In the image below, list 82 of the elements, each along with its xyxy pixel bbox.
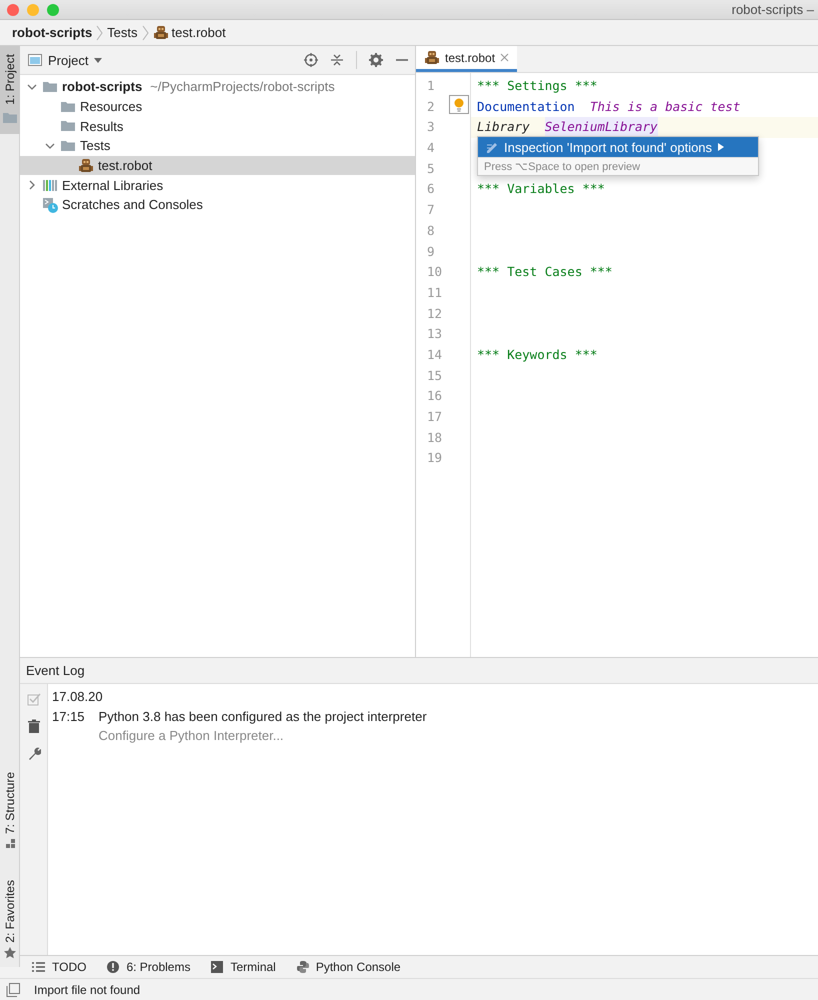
tree-item[interactable]: Resources bbox=[20, 96, 415, 116]
code-token: *** Test Cases *** bbox=[477, 263, 612, 282]
line-number: 17 bbox=[426, 408, 444, 426]
line-number: 9 bbox=[426, 242, 436, 260]
code-token: SeleniumLibrary bbox=[544, 117, 658, 138]
breadcrumb[interactable]: test.robot bbox=[152, 24, 226, 40]
line-number: 7 bbox=[426, 201, 436, 220]
line-number: 5 bbox=[426, 160, 436, 178]
tool-window-tab[interactable]: 1: Project bbox=[0, 46, 20, 134]
log-link[interactable]: Configure a Python Interpreter... bbox=[98, 728, 284, 743]
wrench-icon[interactable] bbox=[26, 746, 40, 761]
tool-window-button[interactable]: Python Console bbox=[296, 960, 401, 974]
tree-item[interactable]: robot-scripts ~/PycharmProjects/robot-scripts bbox=[20, 77, 415, 97]
line-number: 3 bbox=[426, 118, 436, 136]
code-token: *** Keywords *** bbox=[477, 346, 598, 364]
tree-item[interactable]: External Libraries bbox=[20, 175, 415, 196]
robot-icon bbox=[424, 50, 440, 66]
tool-window-button[interactable]: Terminal bbox=[210, 960, 276, 974]
robot-icon bbox=[152, 24, 169, 40]
close-icon[interactable] bbox=[500, 53, 510, 62]
popup-hint: Press ⌥Space to open preview bbox=[478, 157, 758, 175]
line-number: 16 bbox=[426, 387, 444, 406]
popup-menu-item[interactable]: Inspection 'Import not found' options bbox=[478, 137, 758, 157]
line-number: 13 bbox=[426, 325, 444, 344]
view-selector[interactable]: Project bbox=[28, 52, 102, 68]
trash-icon[interactable] bbox=[26, 719, 40, 734]
line-number: 6 bbox=[426, 180, 436, 198]
log-time: 17:15 bbox=[52, 708, 85, 726]
tool-window-tab[interactable]: 7: Structure bbox=[0, 764, 20, 857]
breadcrumb-separator-icon bbox=[142, 24, 149, 40]
pencil-icon bbox=[486, 141, 498, 153]
tool-window-tab[interactable]: 2: Favorites bbox=[0, 872, 20, 968]
code-token: *** Variables *** bbox=[477, 180, 605, 198]
tool-window-button[interactable]: 6: Problems bbox=[106, 960, 190, 974]
line-number: 11 bbox=[426, 284, 444, 302]
breadcrumb[interactable]: robot-scripts bbox=[12, 25, 92, 40]
log-message: Python 3.8 has been configured as the project interpreter bbox=[98, 708, 427, 726]
log-date: 17.08.20 bbox=[52, 688, 104, 706]
panel-icon bbox=[28, 54, 42, 66]
tree-item[interactable]: test.robot bbox=[20, 156, 415, 176]
locate-icon[interactable] bbox=[304, 53, 318, 67]
submenu-arrow-icon bbox=[718, 143, 724, 151]
line-number: 18 bbox=[426, 428, 444, 447]
close-button[interactable] bbox=[7, 4, 19, 16]
tree-item[interactable]: Scratches and Consoles bbox=[20, 195, 415, 215]
python-icon bbox=[296, 960, 310, 974]
light-bulb-icon bbox=[453, 98, 465, 112]
intention-bulb-button[interactable] bbox=[449, 95, 469, 114]
dropdown-arrow-icon bbox=[94, 58, 102, 62]
line-number: 19 bbox=[426, 449, 444, 468]
robot-icon bbox=[78, 158, 94, 174]
tree-item[interactable]: Tests bbox=[20, 136, 415, 156]
line-number: 8 bbox=[426, 222, 436, 240]
star-icon bbox=[4, 947, 16, 960]
breadcrumb[interactable]: Tests bbox=[107, 25, 138, 40]
terminal-icon bbox=[210, 960, 224, 974]
line-number: 4 bbox=[426, 139, 436, 158]
code-token: This is a basic test bbox=[590, 98, 740, 116]
line-number: 2 bbox=[426, 98, 436, 116]
line-number: 10 bbox=[426, 263, 444, 282]
collapse-all-icon[interactable] bbox=[330, 53, 344, 67]
line-number: 14 bbox=[426, 346, 444, 364]
code-token: *** Settings *** bbox=[477, 77, 598, 95]
code-token: Library bbox=[477, 118, 530, 136]
panel-title: Event Log bbox=[26, 663, 85, 678]
scratch-clock-icon bbox=[42, 196, 58, 213]
tree-item[interactable]: Results bbox=[20, 116, 415, 136]
code-token: Documentation bbox=[477, 98, 575, 116]
tool-window-button[interactable]: TODO bbox=[31, 960, 86, 974]
line-number: 12 bbox=[426, 304, 444, 323]
line-number: 15 bbox=[426, 366, 444, 385]
structure-icon bbox=[5, 838, 15, 849]
breadcrumb-separator-icon bbox=[96, 24, 104, 40]
settings-icon[interactable] bbox=[369, 53, 383, 67]
line-number: 1 bbox=[426, 77, 436, 95]
tool-windows-icon[interactable] bbox=[6, 982, 20, 996]
list-icon bbox=[31, 960, 46, 974]
library-icon bbox=[42, 177, 58, 194]
editor-tab[interactable]: test.robot bbox=[416, 46, 518, 72]
window-title: robot-scripts – bbox=[732, 2, 815, 17]
status-message: Import file not found bbox=[34, 982, 140, 996]
warning-icon bbox=[106, 960, 120, 974]
